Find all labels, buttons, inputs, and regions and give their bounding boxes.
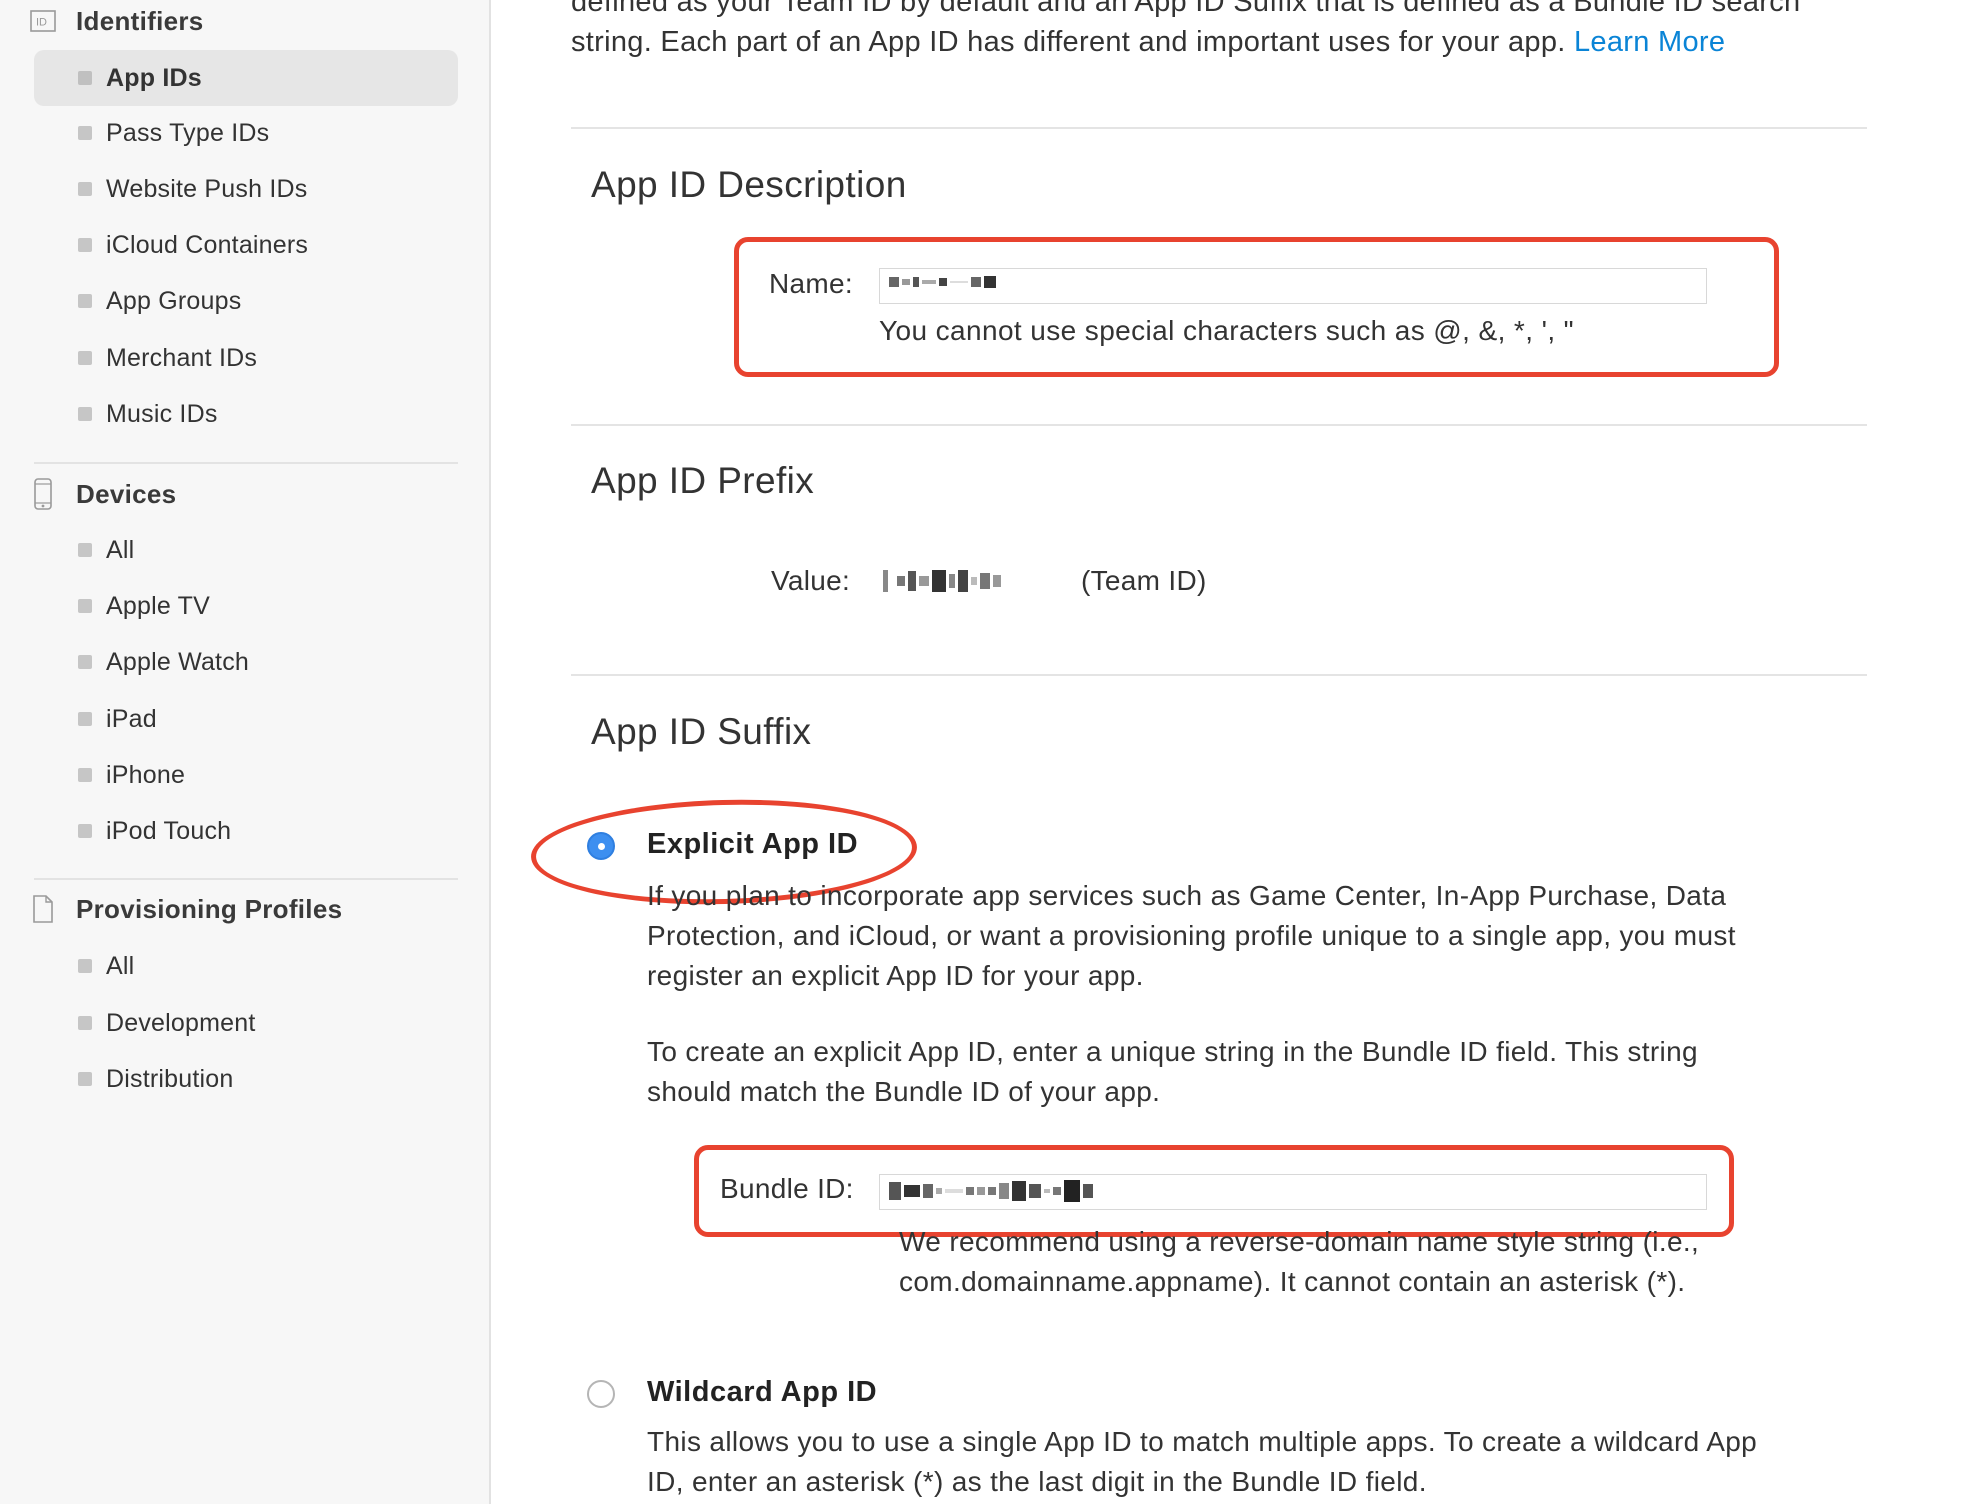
iphone-icon (30, 478, 56, 510)
sidebar-item-development[interactable]: Development (34, 995, 458, 1051)
team-id-suffix: (Team ID) (1081, 565, 1207, 596)
description-line: register an explicit App ID for your app… (647, 960, 1144, 991)
bullet-icon (78, 824, 92, 838)
intro-line: defined as your Team ID by default and a… (571, 0, 1801, 18)
bullet-icon (78, 1016, 92, 1030)
learn-more-link[interactable]: Learn More (1574, 26, 1725, 58)
sidebar-item-label: All (106, 535, 135, 564)
sidebar-item-music-ids[interactable]: Music IDs (34, 386, 458, 442)
sidebar-item-app-groups[interactable]: App Groups (34, 273, 458, 329)
wildcard-app-id-radio[interactable] (587, 1380, 615, 1408)
bullet-icon (78, 182, 92, 196)
sidebar-item-pass-type-ids[interactable]: Pass Type IDs (34, 105, 458, 161)
description-heading: App ID Description (591, 164, 907, 205)
sidebar-item-apple-tv[interactable]: Apple TV (34, 578, 458, 634)
sidebar-item-label: iPhone (106, 760, 186, 789)
section-title: Devices (76, 478, 177, 509)
intro-text: defined as your Team ID by default and a… (571, 0, 1871, 62)
section-divider (571, 424, 1867, 426)
sidebar-item-label: iPod Touch (106, 816, 232, 845)
description-line: ID, enter an asterisk (*) as the last di… (647, 1466, 1427, 1497)
sidebar-item-app-ids[interactable]: App IDs (34, 50, 458, 106)
sidebar-item-label: iCloud Containers (106, 230, 309, 259)
section-devices: Devices (30, 478, 177, 510)
explicit-description: If you plan to incorporate app services … (647, 876, 1736, 996)
sidebar-item-ipad[interactable]: iPad (34, 691, 458, 747)
bullet-icon (78, 712, 92, 726)
bullet-icon (78, 71, 92, 85)
description-line: Protection, and iCloud, or want a provis… (647, 920, 1736, 951)
sidebar-item-profiles-all[interactable]: All (34, 938, 458, 994)
document-icon (30, 895, 56, 923)
bullet-icon (78, 294, 92, 308)
bullet-icon (78, 126, 92, 140)
sidebar-item-merchant-ids[interactable]: Merchant IDs (34, 330, 458, 386)
bullet-icon (78, 543, 92, 557)
description-line: If you plan to incorporate app services … (647, 880, 1727, 911)
hint-line: com.domainname.appname). It cannot conta… (899, 1266, 1686, 1297)
bullet-icon (78, 351, 92, 365)
suffix-heading: App ID Suffix (591, 711, 812, 752)
sidebar-item-label: Pass Type IDs (106, 118, 270, 147)
description-line: should match the Bundle ID of your app. (647, 1076, 1161, 1107)
sidebar-item-apple-watch[interactable]: Apple Watch (34, 634, 458, 690)
description-line: This allows you to use a single App ID t… (647, 1426, 1758, 1457)
hint-line: We recommend using a reverse-domain name… (899, 1226, 1700, 1257)
bullet-icon (78, 407, 92, 421)
id-icon: ID (30, 10, 56, 32)
sidebar-item-label: All (106, 951, 135, 980)
annotation-box-name (734, 237, 1779, 377)
intro-line-text: string. Each part of an App ID has diffe… (571, 26, 1566, 58)
explicit-instructions: To create an explicit App ID, enter a un… (647, 1032, 1698, 1112)
sidebar-item-label: Apple Watch (106, 647, 250, 676)
sidebar-item-distribution[interactable]: Distribution (34, 1051, 458, 1107)
svg-text:ID: ID (36, 17, 47, 29)
intro-line: string. Each part of an App ID has diffe… (571, 22, 1871, 62)
sidebar-item-label: Development (106, 1008, 256, 1037)
sidebar-item-label: Music IDs (106, 399, 218, 428)
sidebar-item-website-push-ids[interactable]: Website Push IDs (34, 161, 458, 217)
section-title: Provisioning Profiles (76, 893, 343, 924)
section-provisioning-profiles: Provisioning Profiles (30, 894, 342, 924)
wildcard-app-id-title[interactable]: Wildcard App ID (647, 1376, 877, 1409)
sidebar-item-label: Website Push IDs (106, 174, 308, 203)
sidebar-item-label: App Groups (106, 286, 242, 315)
sidebar-item-label: Apple TV (106, 591, 210, 620)
bundle-id-hint: We recommend using a reverse-domain name… (899, 1222, 1699, 1302)
main-content: defined as your Team ID by default and a… (491, 0, 1962, 1504)
sidebar-item-label: Merchant IDs (106, 343, 258, 372)
prefix-heading: App ID Prefix (591, 460, 815, 501)
value-label: Value: (771, 565, 851, 596)
section-title: Identifiers (76, 5, 204, 36)
sidebar: ID Identifiers App IDs Pass Type IDs Web… (0, 0, 491, 1504)
wildcard-description: This allows you to use a single App ID t… (647, 1422, 1757, 1502)
sidebar-item-label: App IDs (106, 63, 202, 92)
sidebar-item-iphone[interactable]: iPhone (34, 747, 458, 803)
bullet-icon (78, 599, 92, 613)
section-identifiers: ID Identifiers (30, 6, 204, 36)
sidebar-item-devices-all[interactable]: All (34, 522, 458, 578)
bullet-icon (78, 238, 92, 252)
bullet-icon (78, 959, 92, 973)
redacted-team-id (883, 570, 1001, 592)
sidebar-item-icloud-containers[interactable]: iCloud Containers (34, 217, 458, 273)
bullet-icon (78, 655, 92, 669)
section-divider (571, 127, 1867, 129)
section-divider (571, 674, 1867, 676)
description-line: To create an explicit App ID, enter a un… (647, 1036, 1698, 1067)
sidebar-divider (34, 878, 458, 880)
sidebar-item-ipod-touch[interactable]: iPod Touch (34, 803, 458, 859)
sidebar-item-label: Distribution (106, 1064, 234, 1093)
bullet-icon (78, 768, 92, 782)
sidebar-divider (34, 462, 458, 464)
bullet-icon (78, 1072, 92, 1086)
sidebar-item-label: iPad (106, 704, 157, 733)
